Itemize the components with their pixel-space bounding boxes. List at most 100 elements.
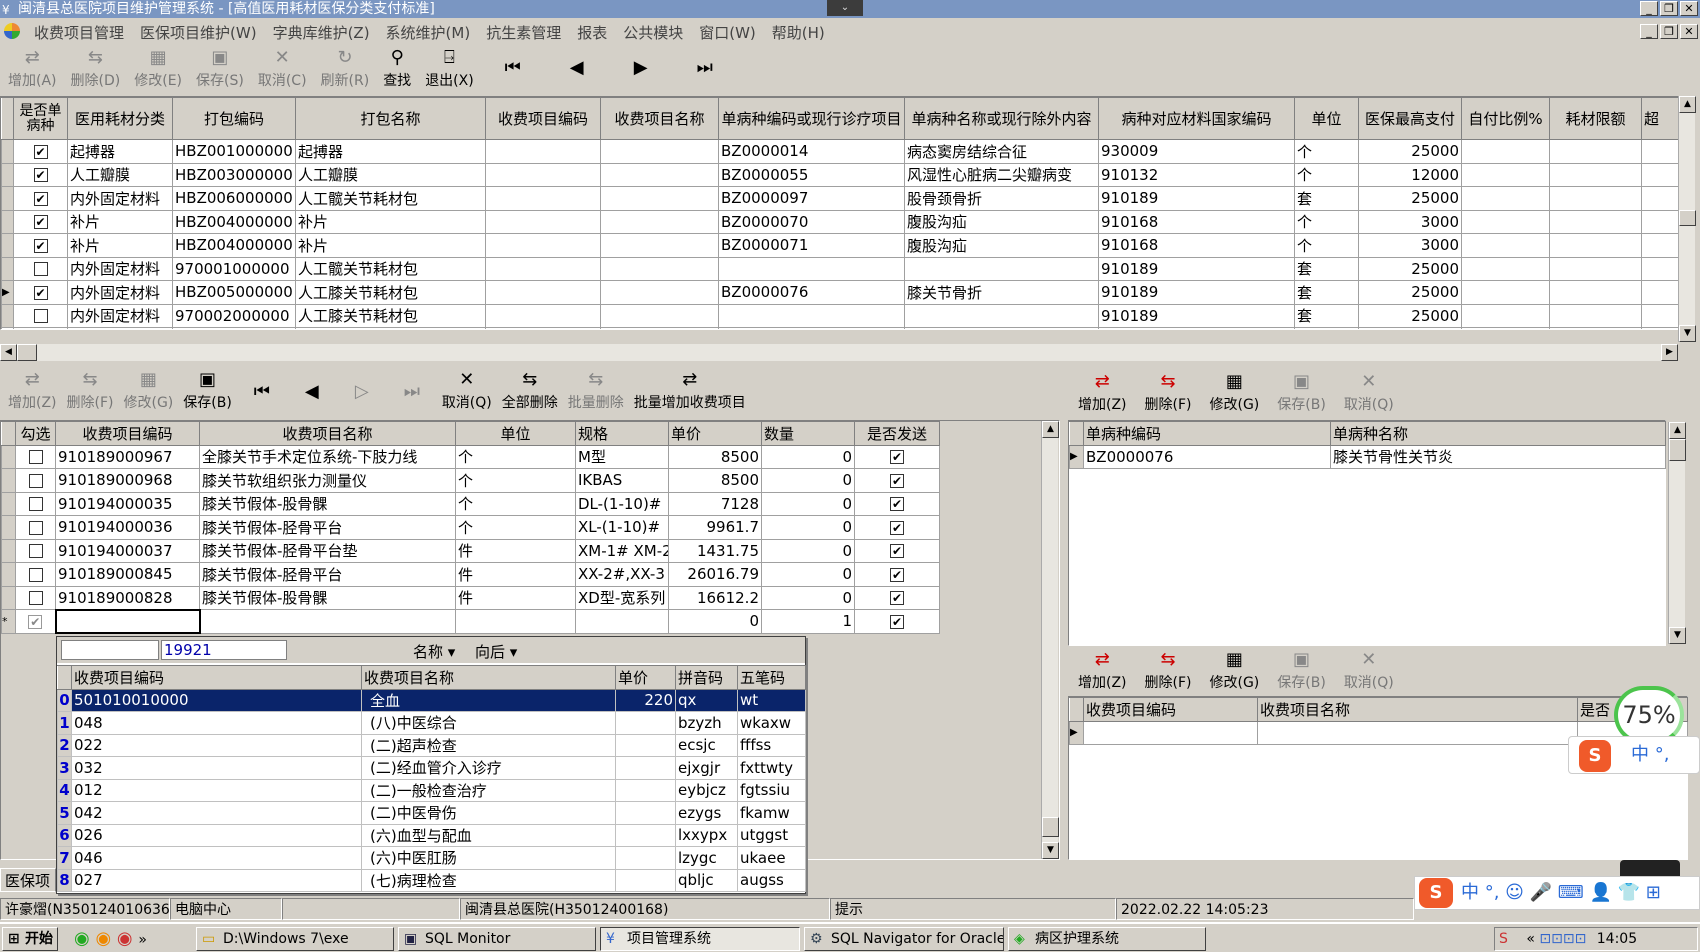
row-pack-code[interactable]: 970001000000 bbox=[172, 256, 296, 281]
popup-name[interactable]: (七)病理检查 bbox=[361, 868, 616, 892]
menu-dictionary[interactable]: 字典库维护(Z) bbox=[265, 22, 378, 43]
list-item[interactable]: 1 048 (八)中医综合 bzyzh wkaxw bbox=[57, 711, 806, 735]
row-disease-code[interactable]: BZ0000070 bbox=[718, 209, 905, 234]
items-save-button[interactable]: ▣ 保存(B) bbox=[183, 369, 232, 412]
popup-i[interactable]: 7 bbox=[57, 846, 72, 870]
item-qty[interactable]: 0 bbox=[761, 585, 855, 610]
popup-col-price[interactable]: 单价 bbox=[615, 665, 676, 690]
select-checkbox[interactable] bbox=[15, 444, 56, 469]
disease-vscrollbar[interactable]: ▲ ▼ bbox=[1668, 422, 1686, 644]
restore-button[interactable]: ❐ bbox=[1660, 1, 1678, 16]
popup-i[interactable]: 6 bbox=[57, 823, 72, 847]
item-spec[interactable]: M型 bbox=[575, 444, 669, 469]
row-max-payment[interactable]: 12000 bbox=[1358, 162, 1462, 187]
item-price[interactable]: 9961.7 bbox=[668, 515, 762, 540]
item-unit[interactable]: 个 bbox=[455, 515, 576, 540]
disease-cancel-button[interactable]: ✕ 取消(Q) bbox=[1344, 371, 1394, 414]
table-row[interactable]: ✔ 补片 HBZ004000000 补片 BZ0000071 腹股沟疝 910168 个 300… bbox=[1, 233, 1685, 258]
table-row[interactable]: ▶ BZ0000076 膝关节骨性关节炎 bbox=[1069, 444, 1666, 469]
ime-float-bar[interactable]: S 中 °, bbox=[1568, 736, 1700, 774]
col-single-disease[interactable]: 是否单病种 bbox=[13, 97, 68, 140]
table-row[interactable]: 910194000036 膝关节假体-胫骨平台个 XL-(1-10)# 9961.7 0… bbox=[1, 515, 940, 540]
select-checkbox[interactable] bbox=[15, 468, 56, 493]
item-spec[interactable]: DL-(1-10)# bbox=[575, 491, 669, 516]
prev-record-button[interactable]: ◀ bbox=[552, 46, 602, 90]
popup-name[interactable]: (二)超声检查 bbox=[361, 733, 616, 757]
row-unit[interactable]: 个 bbox=[1294, 162, 1359, 187]
col-self-pay-ratio[interactable]: 自付比例% bbox=[1461, 97, 1550, 140]
row-category[interactable]: 内外固定材料 bbox=[67, 186, 173, 211]
col-fee-code[interactable]: 收费项目编码 bbox=[1083, 697, 1258, 722]
fee-delete-button[interactable]: ⇆ 删除(F) bbox=[1145, 649, 1192, 692]
single-disease-checkbox[interactable]: ✔ bbox=[13, 233, 68, 258]
popup-wb[interactable]: augss bbox=[737, 868, 806, 892]
item-spec[interactable]: XM-1# XM-2 bbox=[575, 538, 669, 563]
item-code[interactable]: 910189000845 bbox=[55, 562, 200, 587]
col-national-code[interactable]: 病种对应材料国家编码 bbox=[1098, 97, 1295, 140]
col-check[interactable]: 勾选 bbox=[15, 421, 56, 446]
item-qty[interactable]: 0 bbox=[761, 468, 855, 493]
item-qty[interactable]: 0 bbox=[761, 491, 855, 516]
send-checkbox[interactable]: ✔ bbox=[854, 444, 940, 469]
row-unit[interactable]: 个 bbox=[1294, 209, 1359, 234]
items-prev-button[interactable]: ◀ bbox=[292, 372, 332, 412]
col-pack-code[interactable]: 打包编码 bbox=[172, 97, 296, 140]
menu-public[interactable]: 公共模块 bbox=[615, 22, 691, 43]
app-icon[interactable]: ◉ bbox=[95, 928, 111, 949]
col-fee-name[interactable]: 收费项目名称 bbox=[1257, 697, 1578, 722]
popup-wb[interactable]: fxttwty bbox=[737, 756, 806, 780]
popup-code[interactable]: 022 bbox=[71, 733, 362, 757]
row-disease-name[interactable]: 风湿性心脏病二尖瓣病变 bbox=[904, 162, 1099, 187]
row-national-code[interactable]: 910189 bbox=[1098, 256, 1295, 281]
disease-delete-button[interactable]: ⇆ 删除(F) bbox=[1145, 371, 1192, 414]
item-name[interactable]: 膝关节假体-股骨髁 bbox=[199, 491, 456, 516]
popup-price[interactable] bbox=[615, 823, 676, 847]
row-disease-name[interactable]: 病态窦房结综合征 bbox=[904, 139, 1099, 164]
row-max-payment[interactable]: 3000 bbox=[1358, 209, 1462, 234]
list-item[interactable]: 4 012 (二)一般检查治疗 eybjcz fgtssiu bbox=[57, 778, 806, 802]
cancel-button[interactable]: ✕ 取消(C) bbox=[258, 46, 307, 90]
popup-name[interactable]: (二)一般检查治疗 bbox=[361, 778, 616, 802]
item-spec[interactable]: IKBAS bbox=[575, 468, 669, 493]
select-checkbox[interactable] bbox=[15, 515, 56, 540]
row-disease-name[interactable] bbox=[904, 303, 1099, 328]
popup-price[interactable] bbox=[615, 868, 676, 892]
popup-i[interactable]: 4 bbox=[57, 778, 72, 802]
items-first-button[interactable]: ⏮ bbox=[242, 372, 282, 412]
table-row[interactable]: 910189000845 膝关节假体-胫骨平台件 XX-2#,XX-3 26016.7… bbox=[1, 562, 940, 587]
popup-wb[interactable]: utggst bbox=[737, 823, 806, 847]
close-button[interactable]: ✕ bbox=[1680, 1, 1698, 16]
send-checkbox[interactable]: ✔ bbox=[854, 515, 940, 540]
chrome-icon[interactable]: ◉ bbox=[117, 928, 133, 949]
popup-py[interactable]: lzygc bbox=[675, 846, 738, 870]
row-disease-code[interactable]: BZ0000055 bbox=[718, 162, 905, 187]
popup-price[interactable] bbox=[615, 846, 676, 870]
items-batch-add-button[interactable]: ⇄ 批量增加收费项目 bbox=[634, 369, 746, 412]
popup-code[interactable]: 501010010000 bbox=[71, 688, 362, 712]
popup-name[interactable]: 全血 bbox=[361, 688, 616, 712]
row-disease-name[interactable] bbox=[904, 256, 1099, 281]
items-add-button[interactable]: ⇄ 增加(Z) bbox=[8, 369, 57, 412]
popup-i[interactable]: 2 bbox=[57, 733, 72, 757]
table-row[interactable]: ✔ 人工瓣膜 HBZ003000000 人工瓣膜 BZ0000055 风湿性心脏病二尖瓣病… bbox=[1, 162, 1685, 187]
popup-price[interactable] bbox=[615, 711, 676, 735]
popup-code[interactable]: 042 bbox=[71, 801, 362, 825]
popup-py[interactable]: ecsjc bbox=[675, 733, 738, 757]
item-unit[interactable]: 个 bbox=[455, 491, 576, 516]
menu-system[interactable]: 系统维护(M) bbox=[378, 22, 479, 43]
item-name[interactable]: 膝关节软组织张力测量仪 bbox=[199, 468, 456, 493]
list-item[interactable]: 2 022 (二)超声检查 ecsjc fffss bbox=[57, 733, 806, 757]
row-unit[interactable]: 套 bbox=[1294, 186, 1359, 211]
col-item-unit[interactable]: 单位 bbox=[455, 421, 576, 446]
popup-code[interactable]: 032 bbox=[71, 756, 362, 780]
row-pack-name[interactable]: 人工膝关节耗材包 bbox=[295, 303, 486, 328]
item-price[interactable]: 26016.79 bbox=[668, 562, 762, 587]
popup-code[interactable]: 026 bbox=[71, 823, 362, 847]
send-checkbox[interactable]: ✔ bbox=[854, 491, 940, 516]
list-item[interactable]: 5 042 (二)中医骨伤 ezygs fkamw bbox=[57, 801, 806, 825]
select-checkbox[interactable]: ✔ bbox=[15, 609, 56, 634]
popup-py[interactable]: qbljc bbox=[675, 868, 738, 892]
disease-save-button[interactable]: ▣ 保存(B) bbox=[1277, 371, 1326, 414]
popup-code[interactable]: 027 bbox=[71, 868, 362, 892]
single-disease-checkbox[interactable] bbox=[13, 256, 68, 281]
